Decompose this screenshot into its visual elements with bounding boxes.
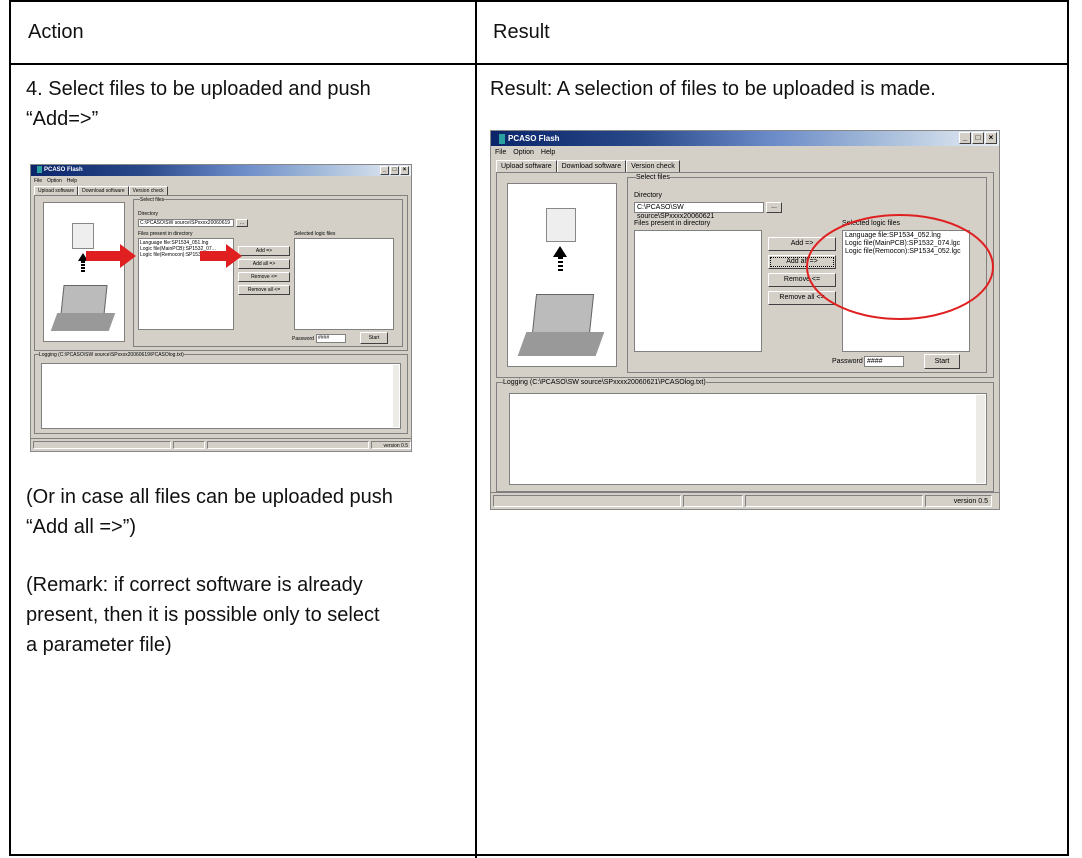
remark-line-2: present, then it is possible only to sel… bbox=[26, 604, 380, 626]
column-divider bbox=[475, 2, 477, 858]
red-arrow-icon bbox=[86, 244, 136, 268]
header-result: Result bbox=[493, 21, 550, 43]
red-arrow-icon bbox=[200, 244, 242, 268]
step-line-2: “Add=>” bbox=[26, 108, 99, 130]
highlight-annotation bbox=[806, 214, 994, 320]
result-text: Result: A selection of files to be uploa… bbox=[490, 78, 936, 100]
header-action: Action bbox=[28, 21, 84, 43]
header-divider bbox=[11, 63, 1067, 65]
red-ellipse-highlight bbox=[806, 214, 994, 320]
alt-line-2: “Add all =>”) bbox=[26, 516, 137, 538]
remark-line-1: (Remark: if correct software is already bbox=[26, 574, 363, 596]
annotation-arrows bbox=[86, 244, 242, 268]
step-line-1: 4. Select files to be uploaded and push bbox=[26, 78, 371, 100]
alt-line-1: (Or in case all files can be uploaded pu… bbox=[26, 486, 393, 508]
remark-line-3: a parameter file) bbox=[26, 634, 172, 656]
